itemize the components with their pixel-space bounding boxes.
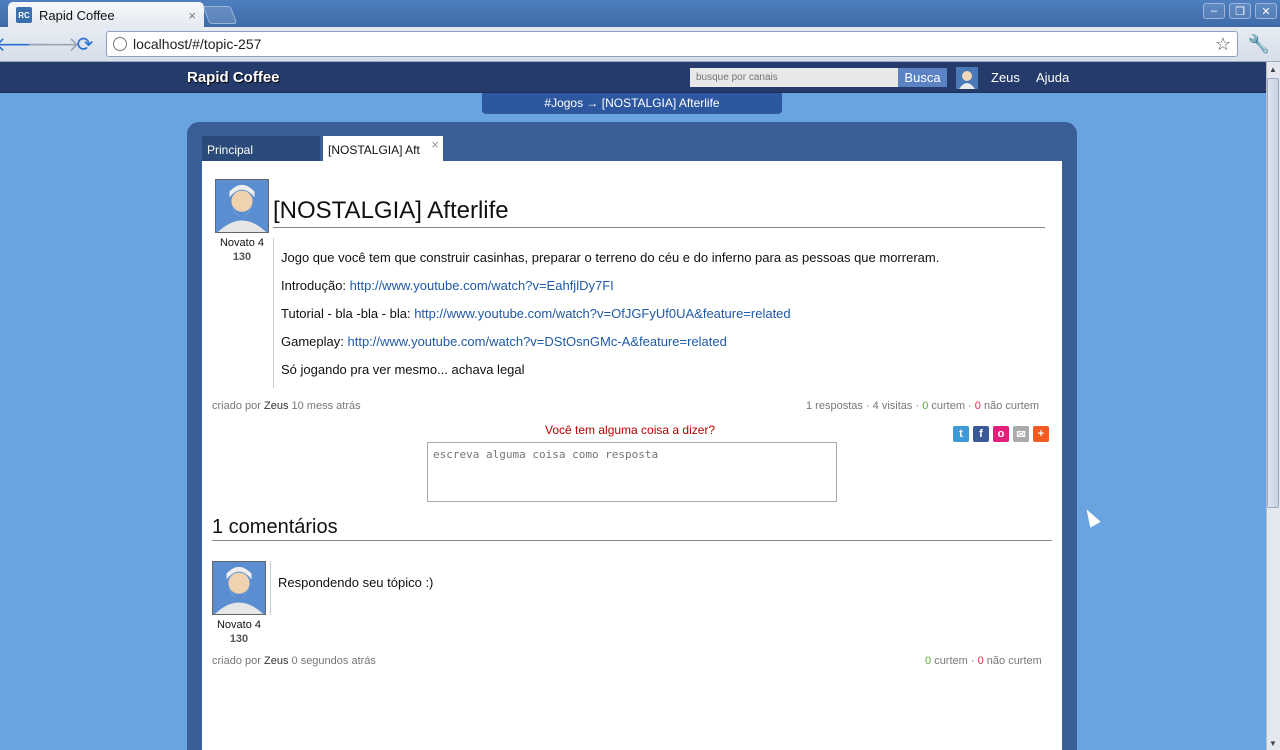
twitter-icon[interactable]: t	[953, 426, 969, 442]
body-divider	[273, 238, 274, 388]
brand-logo[interactable]: Rapid Coffee	[187, 69, 280, 86]
reload-icon[interactable]: ⟳	[73, 32, 97, 56]
addthis-icon[interactable]: +	[1033, 426, 1049, 442]
dislike-button[interactable]: não curtem	[984, 400, 1039, 412]
address-bar[interactable]: localhost/#/topic-257 ☆	[106, 31, 1238, 57]
tab-topic-label: [NOSTALGIA] Aft	[328, 143, 420, 157]
dislikes-count: 0	[974, 400, 981, 412]
topic-body-line: Introdução: http://www.youtube.com/watch…	[281, 278, 614, 293]
reply-textarea[interactable]	[427, 442, 837, 502]
tutorial-video-link[interactable]: http://www.youtube.com/watch?v=OfJGFyUf0…	[414, 306, 790, 321]
topic-body-line: Jogo que você tem que construir casinhas…	[281, 250, 940, 265]
topic-title: [NOSTALGIA] Afterlife	[273, 197, 509, 224]
comment-author-avatar[interactable]	[212, 561, 266, 615]
intro-video-link[interactable]: http://www.youtube.com/watch?v=EahfjlDy7…	[350, 278, 614, 293]
user-avatar[interactable]	[956, 67, 978, 89]
close-window-icon[interactable]: ✕	[1255, 3, 1277, 19]
search-button[interactable]: Busca	[898, 68, 947, 87]
minimize-icon[interactable]: –	[1203, 3, 1225, 19]
topic-body-line: Tutorial - bla -bla - bla: http://www.yo…	[281, 306, 791, 321]
tab-principal[interactable]: Principal	[202, 136, 320, 161]
topic-author-link[interactable]: Zeus	[264, 400, 288, 412]
comments-divider	[212, 540, 1052, 541]
user-name-link[interactable]: Zeus	[991, 70, 1020, 85]
topic-author-avatar[interactable]	[215, 179, 269, 233]
bookmark-star-icon[interactable]: ☆	[1215, 34, 1231, 55]
visits-count: 4 visitas	[872, 400, 913, 412]
comment-like-button[interactable]: curtem	[934, 655, 968, 667]
rapid-coffee-favicon-icon: RC	[16, 7, 32, 23]
comment-author-rank: Novato 4	[216, 619, 262, 631]
scroll-down-icon[interactable]: ▼	[1266, 736, 1280, 750]
channel-search-input[interactable]	[690, 68, 898, 87]
browser-toolbar: 🡐 🡒 ⟳ localhost/#/topic-257 ☆ 🔧	[0, 27, 1280, 62]
comment-created-meta: criado por Zeus 0 segundos atrás	[212, 655, 376, 667]
breadcrumb[interactable]: #Jogos → [NOSTALGIA] Afterlife	[482, 93, 782, 114]
comment-text: Respondendo seu tópico :)	[278, 575, 434, 590]
comment-dislikes-count: 0	[977, 655, 984, 667]
close-tab-icon[interactable]: ×	[431, 137, 439, 152]
replies-count: 1 respostas	[806, 400, 863, 412]
comment-divider	[270, 561, 271, 615]
facebook-icon[interactable]: f	[973, 426, 989, 442]
reply-prompt: Você tem alguma coisa a dizer?	[545, 423, 716, 437]
scroll-up-icon[interactable]: ▲	[1266, 62, 1280, 76]
comment-dislike-button[interactable]: não curtem	[987, 655, 1042, 667]
browser-tab[interactable]: RC Rapid Coffee ×	[8, 2, 204, 28]
comment-author-link[interactable]: Zeus	[264, 655, 288, 667]
wrench-menu-icon[interactable]: 🔧	[1248, 32, 1270, 56]
comments-heading: 1 comentários	[212, 516, 338, 538]
topic-author-rank: Novato 4	[219, 237, 265, 249]
comment-likes-count: 0	[925, 655, 932, 667]
topic-created-meta: criado por Zeus 10 mess atrás	[212, 400, 361, 412]
title-divider	[273, 227, 1045, 228]
comment-author-score: 130	[229, 633, 249, 645]
flickr-icon[interactable]: o	[993, 426, 1009, 442]
scrollbar-thumb[interactable]	[1267, 78, 1279, 508]
browser-tab-title: Rapid Coffee	[39, 7, 115, 23]
topic-body-line: Só jogando pra ver mesmo... achava legal	[281, 362, 525, 377]
mouse-cursor-icon	[1081, 506, 1101, 528]
topic-body-line: Gameplay: http://www.youtube.com/watch?v…	[281, 334, 727, 349]
forward-arrow-icon[interactable]: 🡒	[26, 32, 80, 56]
restore-icon[interactable]: ❐	[1229, 3, 1251, 19]
app-header: Rapid Coffee Busca Zeus Ajuda	[0, 62, 1266, 93]
tab-topic[interactable]: [NOSTALGIA] Aft ×	[323, 136, 443, 161]
close-tab-icon[interactable]: ×	[188, 8, 196, 23]
url-text[interactable]: localhost/#/topic-257	[133, 36, 1215, 52]
email-icon[interactable]: ✉	[1013, 426, 1029, 442]
like-button[interactable]: curtem	[931, 400, 965, 412]
topic-stats: 1 respostas · 4 visitas · 0 curtem · 0 n…	[806, 400, 1039, 412]
comment-stats: 0 curtem · 0 não curtem	[925, 655, 1042, 667]
topic-author-score: 130	[232, 251, 252, 263]
globe-icon	[113, 37, 127, 51]
gameplay-video-link[interactable]: http://www.youtube.com/watch?v=DStOsnGMc…	[347, 334, 726, 349]
likes-count: 0	[922, 400, 929, 412]
help-link[interactable]: Ajuda	[1036, 70, 1069, 85]
